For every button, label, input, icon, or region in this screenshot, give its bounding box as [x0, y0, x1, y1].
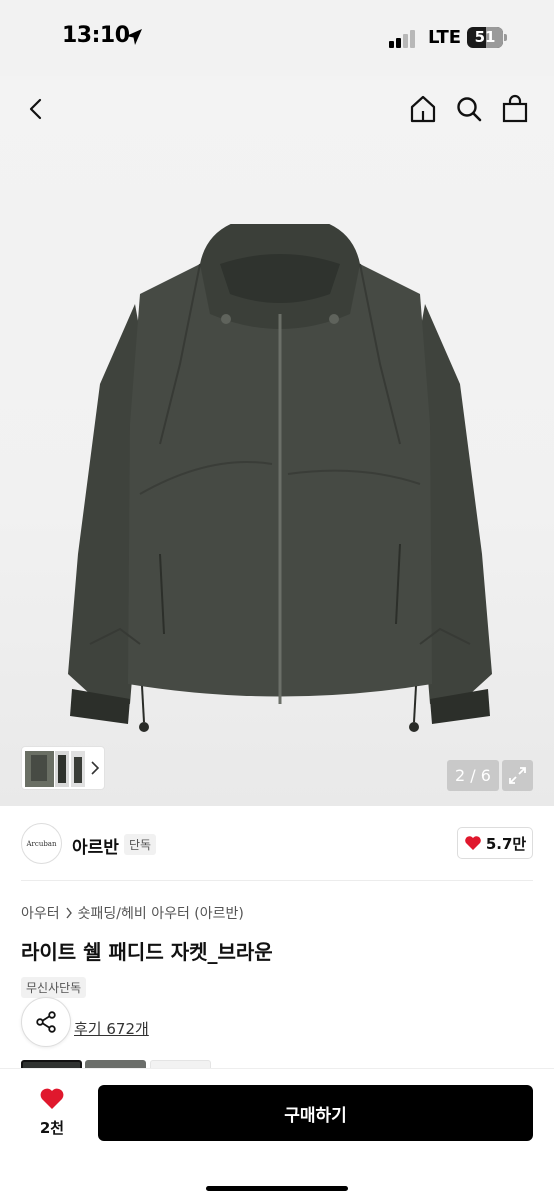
image-counter: 2 / 6 — [447, 760, 499, 791]
heart-icon — [40, 1088, 64, 1109]
status-time: 13:10 — [62, 23, 130, 48]
brand-name[interactable]: 아르반 — [72, 833, 119, 858]
home-button[interactable] — [405, 91, 441, 127]
battery-level: 51 — [474, 28, 496, 46]
chevron-left-icon — [29, 98, 42, 120]
breadcrumb-level2[interactable]: 숏패딩/헤비 아우터 (아르반) — [78, 903, 244, 923]
chevron-right-icon — [91, 761, 100, 775]
breadcrumb-level1[interactable]: 아우터 — [21, 903, 60, 923]
battery-icon: 51 — [467, 27, 507, 48]
product-image — [68, 224, 492, 732]
share-icon — [36, 1011, 56, 1033]
review-link[interactable]: 후기 672개 — [74, 1018, 149, 1039]
exclusive-badge: 무신사단독 — [21, 977, 87, 998]
search-icon — [457, 97, 482, 122]
chevron-right-icon — [66, 907, 72, 919]
expand-button[interactable] — [502, 760, 533, 791]
signal-icon — [389, 28, 419, 48]
top-nav — [0, 76, 554, 146]
exclusive-tag: 단독 — [124, 834, 157, 855]
thumbnail-strip[interactable] — [21, 746, 105, 790]
status-bar: 13:10 LTE 51 — [0, 0, 554, 76]
wishlist-button[interactable]: 2천 — [29, 1087, 75, 1143]
like-count: 5.7만 — [485, 834, 527, 853]
network-label: LTE — [428, 27, 462, 48]
divider — [21, 880, 533, 881]
back-button[interactable] — [19, 91, 55, 127]
home-icon — [410, 95, 436, 123]
product-gallery[interactable]: 2 / 6 — [0, 76, 554, 806]
share-button[interactable] — [21, 997, 71, 1047]
product-title: 라이트 쉘 패디드 자켓_브라운 — [21, 940, 273, 964]
brand-like-button[interactable]: 5.7만 — [457, 827, 533, 859]
search-button[interactable] — [451, 91, 487, 127]
location-arrow-icon — [126, 29, 142, 45]
breadcrumb: 아우터 숏패딩/헤비 아우터 (아르반) — [21, 903, 244, 923]
wish-count: 2천 — [39, 1119, 65, 1137]
buy-button[interactable]: 구매하기 — [98, 1085, 533, 1141]
home-indicator — [206, 1186, 348, 1191]
bottom-action-bar: 2천 구매하기 — [0, 1068, 554, 1200]
shopping-bag-icon — [502, 94, 528, 123]
product-info: Arcuban 아르반 단독 5.7만 아우터 숏패딩/헤비 아우터 (아르반)… — [0, 806, 554, 1086]
expand-icon — [509, 767, 526, 784]
brand-logo[interactable]: Arcuban — [21, 823, 62, 864]
heart-icon — [465, 836, 481, 850]
cart-button[interactable] — [497, 91, 533, 127]
